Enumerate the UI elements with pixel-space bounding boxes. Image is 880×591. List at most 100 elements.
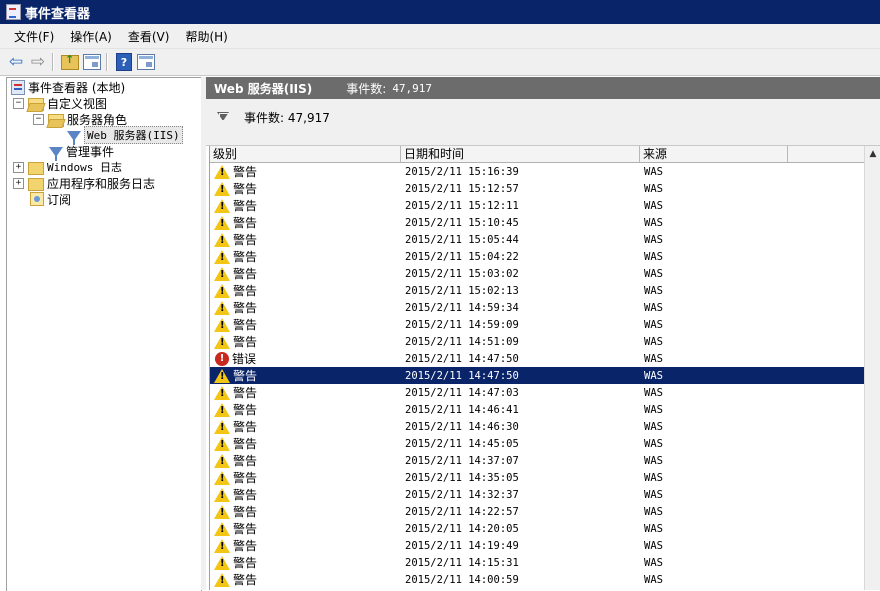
back-arrow-icon: ⇦ (8, 52, 24, 72)
event-row[interactable]: 警告 2015/2/11 14:00:59 WAS (210, 571, 865, 588)
help-button[interactable]: ? (114, 52, 134, 72)
event-row[interactable]: 警告 2015/2/11 15:10:45 WAS (210, 214, 865, 231)
warning-icon (214, 266, 230, 281)
expand-icon[interactable]: + (13, 161, 24, 173)
event-row[interactable]: 警告 2015/2/11 15:12:57 WAS (210, 180, 865, 197)
vertical-scrollbar[interactable]: ▲ (864, 146, 880, 590)
event-row[interactable]: 警告 2015/2/11 15:04:22 WAS (210, 248, 865, 265)
forward-button[interactable]: ⇨ (28, 52, 48, 72)
tree-item-label: 管理事件 (66, 144, 115, 159)
tree-item-windows-logs[interactable]: + Windows 日志 (13, 159, 122, 175)
event-row[interactable]: 警告 2015/2/11 15:03:02 WAS (210, 265, 865, 282)
cell-level: 警告 (210, 401, 401, 418)
back-button[interactable]: ⇦ (6, 52, 26, 72)
cell-datetime: 2015/2/11 14:00:59 (405, 573, 519, 586)
cell-datetime: 2015/2/11 14:32:37 (405, 488, 519, 501)
event-list[interactable]: 级别 日期和时间 来源 警告 2015/2/11 15:16:39 WAS 警告 201… (209, 146, 880, 590)
event-row[interactable]: 警告 2015/2/11 14:47:03 WAS (210, 384, 865, 401)
collapse-icon[interactable]: − (33, 113, 44, 125)
tree-item-web-server[interactable]: Web 服务器(IIS) (67, 126, 183, 145)
collapse-icon[interactable]: − (13, 97, 24, 109)
event-row[interactable]: 警告 2015/2/11 14:45:05 WAS (210, 435, 865, 452)
tree-item-custom-views[interactable]: − 自定义视图 (13, 95, 107, 111)
window-title: 事件查看器 (25, 6, 91, 22)
cell-datetime: 2015/2/11 15:12:11 (405, 199, 519, 212)
cell-source: WAS (644, 556, 663, 569)
column-header-level[interactable]: 级别 (210, 146, 401, 162)
event-row[interactable]: ! 错误 2015/2/11 14:47:50 WAS (210, 350, 865, 367)
cell-source: WAS (644, 403, 663, 416)
event-row[interactable]: 警告 2015/2/11 15:02:13 WAS (210, 282, 865, 299)
event-row[interactable]: 警告 2015/2/11 14:19:49 WAS (210, 537, 865, 554)
event-row[interactable]: 警告 2015/2/11 14:46:30 WAS (210, 418, 865, 435)
cell-source: WAS (644, 318, 663, 331)
tree-item-label: Web 服务器(IIS) (84, 126, 183, 144)
event-row[interactable]: 警告 2015/2/11 14:46:41 WAS (210, 401, 865, 418)
level-text: 警告 (233, 284, 258, 298)
cell-level: 警告 (210, 248, 401, 265)
column-header-source[interactable]: 来源 (640, 146, 788, 162)
cell-source: WAS (644, 233, 663, 246)
cell-datetime: 2015/2/11 14:51:09 (405, 335, 519, 348)
menu-view[interactable]: 查看(V) (120, 28, 178, 45)
warning-icon (214, 521, 230, 536)
event-row[interactable]: 警告 2015/2/11 15:05:44 WAS (210, 231, 865, 248)
warning-icon (214, 181, 230, 196)
tree-item-app-service-logs[interactable]: + 应用程序和服务日志 (13, 175, 155, 191)
column-header-empty[interactable] (788, 146, 867, 162)
event-row[interactable]: 警告 2015/2/11 14:47:50 WAS (210, 367, 865, 384)
level-text: 警告 (233, 386, 258, 400)
subscription-icon (30, 192, 44, 206)
cell-level: 警告 (210, 299, 401, 316)
cell-source: WAS (644, 539, 663, 552)
log-title: Web 服务器(IIS) (214, 81, 313, 96)
warning-icon (214, 198, 230, 213)
show-hide-tree-button[interactable] (82, 52, 102, 72)
filter-count-text: 事件数: 47,917 (244, 111, 330, 125)
cell-level: 警告 (210, 282, 401, 299)
event-row[interactable]: 警告 2015/2/11 14:35:05 WAS (210, 469, 865, 486)
tree-item-admin-events[interactable]: 管理事件 (49, 143, 115, 161)
event-row[interactable]: 警告 2015/2/11 14:59:09 WAS (210, 316, 865, 333)
cell-source: WAS (644, 199, 663, 212)
cell-datetime: 2015/2/11 14:37:07 (405, 454, 519, 467)
event-row[interactable]: 警告 2015/2/11 14:37:07 WAS (210, 452, 865, 469)
cell-source: WAS (644, 386, 663, 399)
cell-source: WAS (644, 301, 663, 314)
column-header-datetime[interactable]: 日期和时间 (401, 146, 640, 162)
cell-source: WAS (644, 573, 663, 586)
event-row[interactable]: 警告 2015/2/11 14:59:34 WAS (210, 299, 865, 316)
tree-item-root[interactable]: 事件查看器 (本地) (11, 79, 125, 95)
tree-item-server-roles[interactable]: − 服务器角色 (33, 111, 127, 127)
expand-icon[interactable]: + (13, 177, 24, 189)
menu-help[interactable]: 帮助(H) (177, 28, 235, 45)
event-row[interactable]: 警告 2015/2/11 14:22:57 WAS (210, 503, 865, 520)
event-row[interactable]: 警告 2015/2/11 14:20:05 WAS (210, 520, 865, 537)
menu-action[interactable]: 操作(A) (62, 28, 120, 45)
warning-icon (214, 283, 230, 298)
cell-level: 警告 (210, 197, 401, 214)
tree-item-subscriptions[interactable]: 订阅 (30, 191, 71, 207)
folder-open-icon (28, 97, 44, 111)
cell-datetime: 2015/2/11 14:20:05 (405, 522, 519, 535)
level-text: 警告 (233, 199, 258, 213)
scroll-up-icon[interactable]: ▲ (865, 146, 880, 162)
tree-item-label: 服务器角色 (67, 112, 128, 127)
event-row[interactable]: 警告 2015/2/11 14:51:09 WAS (210, 333, 865, 350)
cell-datetime: 2015/2/11 14:22:57 (405, 505, 519, 518)
event-row[interactable]: 警告 2015/2/11 14:15:31 WAS (210, 554, 865, 571)
level-text: 警告 (233, 233, 258, 247)
toolbar-separator (106, 53, 108, 71)
pane-splitter[interactable] (201, 77, 206, 590)
event-row[interactable]: 警告 2015/2/11 15:16:39 WAS (210, 163, 865, 180)
warning-icon (214, 470, 230, 485)
event-row[interactable]: 警告 2015/2/11 14:32:37 WAS (210, 486, 865, 503)
warning-icon (214, 334, 230, 349)
show-action-pane-button[interactable] (136, 52, 156, 72)
cell-level: 警告 (210, 503, 401, 520)
menu-file[interactable]: 文件(F) (6, 28, 62, 45)
event-row[interactable]: 警告 2015/2/11 15:12:11 WAS (210, 197, 865, 214)
cell-level: 警告 (210, 265, 401, 282)
up-one-level-button[interactable] (60, 52, 80, 72)
cell-source: WAS (644, 437, 663, 450)
